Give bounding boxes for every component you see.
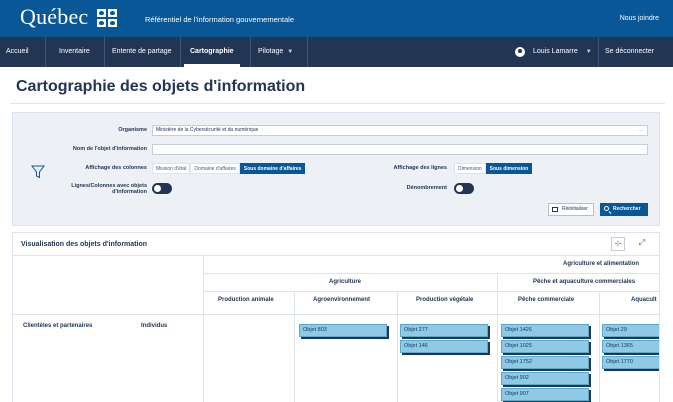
domain-header-peche: Pêche et aquaculture commerciales [533, 279, 636, 285]
object-chip[interactable]: Objet 907 [501, 388, 589, 401]
affichage-lignes-label: Affichage des lignes [393, 165, 448, 171]
main-navigation: Accueil Inventaire Entente de partage Ca… [0, 37, 673, 67]
denombrement-toggle[interactable] [454, 183, 474, 194]
lignes-colonnes-label-line2: d'information [112, 189, 147, 195]
chevron-down-icon: ▼ [585, 49, 592, 55]
object-chip[interactable]: Objet 1365 [602, 340, 659, 353]
search-icon [604, 206, 609, 211]
affichage-colonnes-label: Affichage des colonnes [85, 165, 147, 171]
object-chip[interactable]: Objet 1025 [501, 340, 589, 353]
object-chip[interactable]: Objet 902 [501, 372, 589, 385]
organisme-select[interactable]: Ministère de la Cybersécurité et du numé… [152, 125, 648, 136]
domain-header-agriculture: Agriculture [329, 279, 362, 285]
subdomain-header-agroenvironnement: Agroenvironnement [313, 297, 371, 303]
site-title: Référentiel de l'information gouvernemen… [145, 15, 295, 24]
object-chip[interactable]: Objet 1752 [501, 356, 589, 369]
visualisation-card: Visualisation des objets d'information ⊹… [12, 232, 660, 402]
quebec-logo[interactable]: Québec [20, 4, 88, 30]
nav-item-inventaire[interactable]: Inventaire [59, 37, 90, 67]
page-title: Cartographie des objets d'information [16, 78, 306, 95]
object-chip[interactable]: Objet 29 [602, 324, 659, 337]
lignes-colonnes-toggle[interactable] [152, 183, 172, 194]
visualisation-title: Visualisation des objets d'information [21, 241, 147, 248]
object-chip[interactable]: Objet 1770 [602, 356, 659, 369]
object-chip[interactable]: Objet 146 [400, 340, 488, 353]
chevron-down-icon: ⌵ [639, 127, 643, 133]
subdomain-header-peche-commerciale: Pêche commerciale [518, 297, 575, 303]
lignes-option-sous-dimension[interactable]: Sous dimension [485, 163, 533, 174]
nav-item-entente-de-partage[interactable]: Entente de partage [112, 37, 172, 67]
search-button-label: Rechercher [613, 206, 641, 212]
lignes-segmented-control: Dimension Sous dimension [454, 163, 533, 174]
reset-button[interactable]: Réinitialiser [548, 203, 594, 216]
denombrement-label: Dénombrement [406, 185, 447, 191]
title-divider [10, 103, 665, 104]
subdomain-header-production-animale: Production animale [218, 297, 274, 303]
filter-panel: Organisme Ministère de la Cybersécurité … [12, 112, 660, 226]
user-menu[interactable]: Louis Lamarre ▼ [533, 37, 592, 67]
nom-objet-input[interactable] [152, 144, 648, 155]
nav-item-pilotage[interactable]: Pilotage ▼ [258, 37, 293, 67]
row-subdimension-header: Individus [141, 323, 168, 329]
search-button[interactable]: Rechercher [600, 203, 648, 216]
object-chip[interactable]: Objet 803 [299, 324, 387, 337]
lignes-option-dimension[interactable]: Dimension [454, 163, 486, 174]
row-dimension-header: Clientèles et partenaires [23, 323, 93, 329]
nav-item-cartographie[interactable]: Cartographie [184, 37, 240, 67]
organisme-label: Organisme [118, 127, 147, 133]
subdomain-header-production-vegetale: Production végétale [416, 297, 474, 303]
filter-funnel-icon [31, 165, 45, 179]
colonnes-segmented-control: Mission d'état Domaine d'affaires Sous d… [152, 163, 306, 174]
colonnes-option-sous-domaine[interactable]: Sous domaine d'affaires [239, 163, 306, 174]
user-name: Louis Lamarre [533, 48, 578, 55]
logout-link[interactable]: Se déconnecter [605, 37, 654, 67]
expand-icon[interactable]: ⤢ [635, 237, 649, 251]
object-chip[interactable]: Objet 277 [400, 324, 488, 337]
nav-item-accueil[interactable]: Accueil [6, 37, 29, 67]
colonnes-option-domaine[interactable]: Domaine d'affaires [190, 163, 240, 174]
object-chip[interactable]: Objet 1426 [501, 324, 589, 337]
recenter-icon[interactable]: ⊹ [611, 237, 625, 251]
user-avatar-icon [515, 47, 525, 57]
top-header: Québec Référentiel de l'information gouv… [0, 0, 673, 37]
organisme-select-value: Ministère de la Cybersécurité et du numé… [156, 127, 259, 133]
mission-header: Agriculture et alimentation [563, 261, 640, 267]
nom-objet-label: Nom de l'objet d'information [72, 146, 147, 152]
contact-link[interactable]: Nous joindre [620, 15, 659, 22]
reset-button-label: Réinitialiser [562, 206, 588, 212]
nav-item-pilotage-label: Pilotage [258, 48, 284, 55]
colonnes-option-mission[interactable]: Mission d'état [152, 163, 191, 174]
quebec-flag-icon [97, 9, 117, 27]
chevron-down-icon: ▼ [287, 49, 294, 55]
subdomain-header-aquaculture: Aquacult [631, 297, 657, 303]
lignes-colonnes-label: Lignes/Colonnes avec objets d'informatio… [43, 183, 147, 195]
reset-icon [552, 207, 558, 212]
